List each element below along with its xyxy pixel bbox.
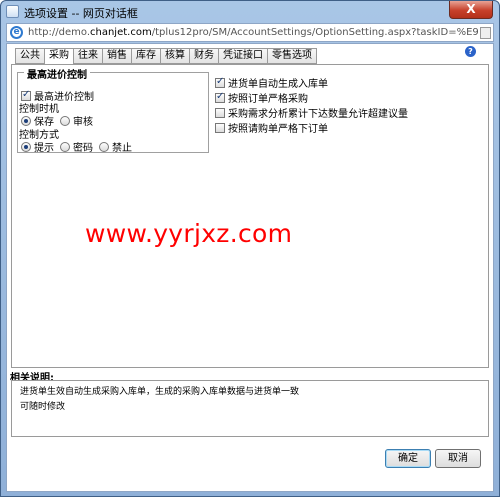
group-title: 最高进价控制 xyxy=(24,66,90,81)
title-bar: 选项设置 -- 网页对话框 X xyxy=(1,1,499,23)
window-icon xyxy=(6,5,19,18)
auto-receipt-label: 进货单自动生成入库单 xyxy=(228,79,328,90)
tab-accounts[interactable]: 往来 xyxy=(73,48,103,64)
tab-retail-options[interactable]: 零售选项 xyxy=(267,48,317,64)
option-strict-requisition: 按照请购单严格下订单 xyxy=(215,120,334,135)
max-price-control-checkbox[interactable] xyxy=(21,89,31,101)
strict-order-label: 按照订单严格采购 xyxy=(228,94,308,105)
purchase-tab-panel: 最高进价控制 最高进价控制 控制时机 保存 审核 控制方式 提示 xyxy=(11,64,489,368)
tab-sales[interactable]: 销售 xyxy=(102,48,132,64)
url-text: http://demo.chanjet.com/tplus12pro/SM/Ac… xyxy=(28,27,478,38)
dialog-window: 选项设置 -- 网页对话框 X e http://demo.chanjet.co… xyxy=(0,0,500,497)
demand-analysis-label: 采购需求分析累计下达数量允许超建议量 xyxy=(228,109,408,120)
explanation-line-2: 可随时修改 xyxy=(20,402,66,412)
mode-password-radio[interactable] xyxy=(60,141,70,152)
close-button[interactable]: X xyxy=(449,1,493,19)
strict-requisition-label: 按照请购单严格下订单 xyxy=(228,124,328,135)
tab-inventory[interactable]: 库存 xyxy=(131,48,161,64)
dialog-content: 公共 采购 往来 销售 库存 核算 财务 凭证接口 零售选项 ? 最高进价控制 … xyxy=(6,43,494,492)
mode-password-label: 密码 xyxy=(73,143,93,154)
watermark-text: www.yyrjxz.com xyxy=(85,219,293,248)
tab-purchase[interactable]: 采购 xyxy=(44,48,74,65)
mode-forbid-label: 禁止 xyxy=(112,143,132,154)
mode-prompt-label: 提示 xyxy=(34,143,54,154)
option-demand-analysis: 采购需求分析累计下达数量允许超建议量 xyxy=(215,105,414,120)
auto-receipt-checkbox[interactable] xyxy=(215,76,225,88)
address-bar: e http://demo.chanjet.com/tplus12pro/SM/… xyxy=(6,23,494,42)
strict-requisition-checkbox[interactable] xyxy=(215,122,225,133)
option-strict-order: 按照订单严格采购 xyxy=(215,90,314,105)
explanation-line-1: 进货单生效自动生成采购入库单，生成的采购入库单数据与进货单一致 xyxy=(20,387,300,397)
window-title: 选项设置 -- 网页对话框 xyxy=(24,7,138,20)
tab-finance[interactable]: 财务 xyxy=(189,48,219,64)
tab-costing[interactable]: 核算 xyxy=(160,48,190,64)
ie-icon: e xyxy=(10,26,23,39)
mode-forbid-radio[interactable] xyxy=(99,141,109,152)
timing-save-radio[interactable] xyxy=(21,115,31,126)
strict-order-checkbox[interactable] xyxy=(215,91,225,103)
cancel-button[interactable]: 取消 xyxy=(435,449,481,468)
help-icon[interactable]: ? xyxy=(465,46,476,57)
tab-voucher-interface[interactable]: 凭证接口 xyxy=(218,48,268,64)
page-icon xyxy=(480,27,491,39)
timing-audit-radio[interactable] xyxy=(60,115,70,126)
timing-audit-label: 审核 xyxy=(73,117,93,128)
max-price-control-group: 最高进价控制 最高进价控制 控制时机 保存 审核 控制方式 提示 xyxy=(17,66,209,154)
demand-analysis-checkbox[interactable] xyxy=(215,107,225,118)
mode-prompt-radio[interactable] xyxy=(21,141,31,152)
tab-common[interactable]: 公共 xyxy=(15,48,45,64)
tab-strip: 公共 采购 往来 销售 库存 核算 财务 凭证接口 零售选项 xyxy=(15,48,317,65)
ok-button[interactable]: 确定 xyxy=(385,449,431,468)
control-mode-options: 提示 密码 禁止 xyxy=(21,139,138,154)
explanation-box: 进货单生效自动生成采购入库单，生成的采购入库单数据与进货单一致 可随时修改 xyxy=(11,380,489,437)
option-auto-receipt: 进货单自动生成入库单 xyxy=(215,75,334,90)
